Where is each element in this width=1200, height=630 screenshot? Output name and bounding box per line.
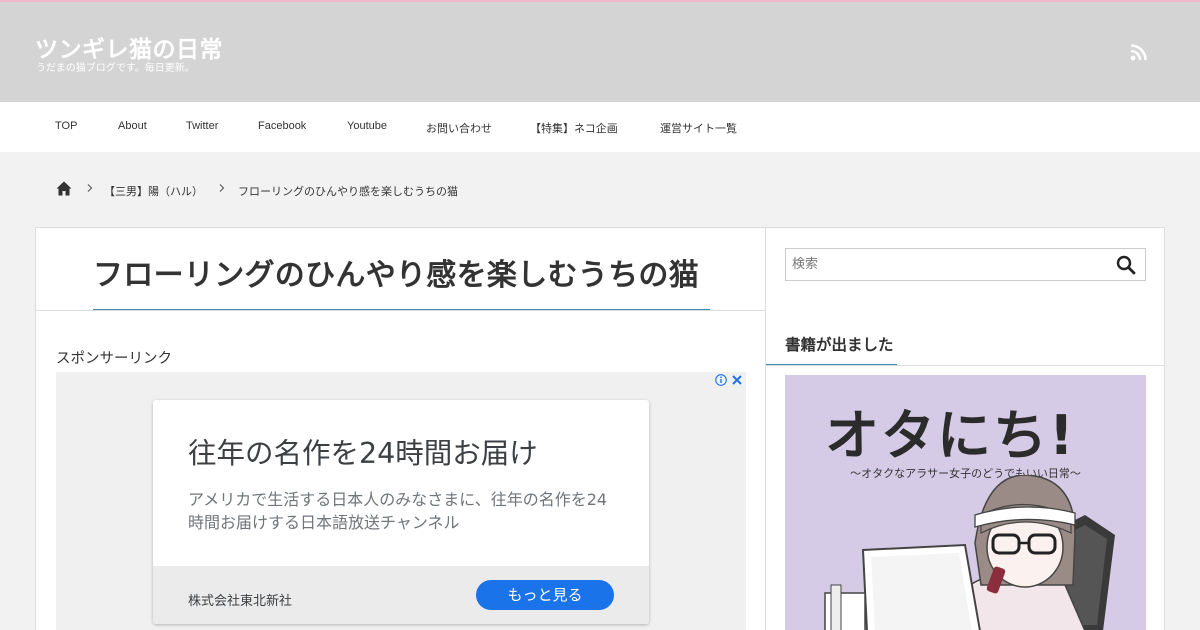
page-title: フローリングのひんやり感を楽しむうちの猫 [93,258,699,293]
sidebar: 書籍が出ました オタにち! 〜オタクなアラサー女子のどうでもいい日常〜 [765,227,1165,630]
ad-container: 往年の名作を24時間お届け アメリカで生活する日本人のみなさまに、往年の名作を2… [56,372,746,630]
nav-item-feature[interactable]: 【特集】ネコ企画 [530,120,618,136]
search-icon[interactable] [1116,255,1136,275]
main-navigation: TOP About Twitter Facebook Youtube お問い合わ… [0,102,1200,152]
close-icon[interactable] [730,373,744,387]
nav-item-sites[interactable]: 運営サイト一覧 [660,120,737,136]
divider [766,365,1164,366]
book-illustration [824,475,1115,630]
ad-more-button[interactable]: もっと見る [476,580,614,610]
search-input[interactable] [786,249,1106,280]
ad-advertiser: 株式会社東北新社 [188,594,293,609]
nav-item-top[interactable]: TOP [55,120,77,132]
search-form [785,248,1146,281]
home-icon[interactable] [56,181,72,196]
divider [36,310,765,311]
ad-info-icon[interactable] [715,374,727,386]
ad-card[interactable]: 往年の名作を24時間お届け アメリカで生活する日本人のみなさまに、往年の名作を2… [153,400,649,624]
article-content: フローリングのひんやり感を楽しむうちの猫 スポンサーリンク 往年の名作を24時間… [35,227,766,630]
nav-item-youtube[interactable]: Youtube [347,120,387,132]
site-description: うだまの猫ブログです。毎日更新。 [36,63,195,74]
chevron-right-icon [87,184,93,192]
breadcrumb-current: フローリングのひんやり感を楽しむうちの猫 [238,185,458,198]
book-title: オタにち! [825,404,1076,467]
ad-footer: 株式会社東北新社 もっと見る [153,566,649,624]
book-cover-image[interactable]: オタにち! 〜オタクなアラサー女子のどうでもいい日常〜 [785,375,1146,630]
sponsor-label: スポンサーリンク [56,351,172,367]
breadcrumb-category[interactable]: 【三男】陽（ハル） [104,183,203,199]
nav-item-about[interactable]: About [118,120,147,132]
widget-title: 書籍が出ました [785,336,894,354]
ad-headline[interactable]: 往年の名作を24時間お届け [188,431,538,472]
nav-item-contact[interactable]: お問い合わせ [426,120,492,136]
ad-body: アメリカで生活する日本人のみなさまに、往年の名作を24時間お届けする日本語放送チ… [188,490,608,532]
rss-icon[interactable] [1130,43,1148,61]
breadcrumb: 【三男】陽（ハル） フローリングのひんやり感を楽しむうちの猫 [0,178,1200,202]
nav-item-twitter[interactable]: Twitter [186,120,218,132]
nav-item-facebook[interactable]: Facebook [258,120,306,132]
chevron-right-icon [219,184,225,192]
site-header: ツンギレ猫の日常 うだまの猫ブログです。毎日更新。 [0,2,1200,102]
